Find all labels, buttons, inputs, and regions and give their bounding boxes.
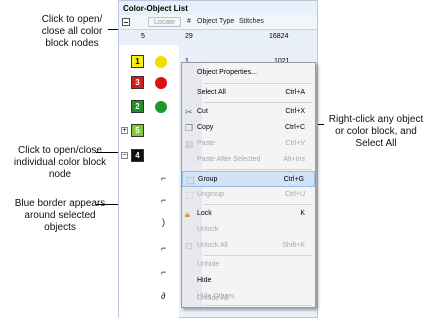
menu-item-label: Paste After Selected: [197, 156, 261, 163]
menu-item-label: Select All: [197, 89, 226, 96]
menu-item-label: Lock: [197, 210, 212, 217]
menu-item-label: Unhide All: [197, 295, 229, 302]
menu-item-label: Copy: [197, 124, 214, 131]
menu-item-shortcut: Shift+K: [282, 242, 305, 249]
menu-item-shortcut: Ctrl+G: [283, 176, 304, 183]
menu-item-shortcut: Ctrl+V: [285, 140, 305, 147]
menu-separator: [204, 204, 312, 205]
menu-item-ungroup[interactable]: ⬚ Ungroup Ctrl+U: [182, 187, 315, 203]
menu-item-label: Unlock: [197, 226, 219, 233]
object-stitch-icon[interactable]: ⌐: [161, 243, 166, 253]
locate-button[interactable]: Locate: [148, 17, 181, 27]
color-block-4[interactable]: 4: [131, 149, 144, 162]
menu-item-unlock[interactable]: Unlock: [182, 222, 315, 238]
callout-open-close: Click to open/close individual color blo…: [13, 145, 107, 180]
summary-objects: 29: [185, 33, 193, 40]
menu-item-shortcut: Ctrl+C: [284, 124, 305, 131]
column-header-number[interactable]: #: [187, 18, 191, 25]
color-block-5[interactable]: 5: [131, 124, 144, 137]
copy-icon: ❐: [185, 123, 194, 133]
menu-item-unhide[interactable]: Unhide: [182, 257, 315, 273]
menu-item-select-all[interactable]: Select All Ctrl+A: [182, 85, 315, 101]
menu-separator: [204, 83, 312, 84]
menu-item-paste[interactable]: ▤ Paste Ctrl+V: [182, 136, 315, 152]
menu-separator: [204, 102, 312, 103]
paste-icon: ▤: [185, 139, 194, 149]
summary-count: 5: [141, 33, 145, 40]
menu-item-label: Hide: [197, 277, 212, 284]
menu-item-paste-after-selected[interactable]: Paste After Selected Alt+Ins: [182, 152, 315, 168]
menu-item-label: Ungroup: [197, 191, 224, 198]
menu-item-shortcut: K: [300, 210, 305, 217]
collapse-all-button[interactable]: [122, 18, 130, 26]
menu-item-label: Unlock All: [197, 242, 228, 249]
menu-item-object-properties[interactable]: Object Properties...: [182, 65, 315, 81]
lock-icon: 🔒︎: [185, 209, 190, 219]
object-stitch-icon[interactable]: ⌐: [161, 195, 166, 205]
color-block-1[interactable]: 1: [131, 55, 144, 68]
object-thumbnail-red[interactable]: [155, 77, 167, 89]
callout-blue-border: Blue border appears around selected obje…: [14, 198, 106, 233]
ungroup-icon: ⬚: [185, 190, 194, 200]
object-stitch-icon[interactable]: ∂: [161, 291, 165, 301]
summary-row[interactable]: 5 29 16824: [119, 30, 317, 44]
color-block-2[interactable]: 2: [131, 100, 144, 113]
context-menu: Object Properties... Select All Ctrl+A ✂…: [181, 62, 316, 308]
menu-item-lock[interactable]: 🔒︎ Lock K: [182, 206, 315, 222]
menu-item-label: Group: [198, 176, 218, 183]
column-header-object-type[interactable]: Object Type: [197, 18, 234, 25]
menu-separator: [204, 255, 312, 256]
callout-collapse-all: Click to open/ close all color block nod…: [41, 14, 103, 49]
menu-item-unlock-all[interactable]: ⊡ Unlock All Shift+K: [182, 238, 315, 254]
color-block-3[interactable]: 3: [131, 76, 144, 89]
menu-item-copy[interactable]: ❐ Copy Ctrl+C: [182, 120, 315, 136]
menu-item-group[interactable]: ⬚ Group Ctrl+G: [182, 171, 315, 187]
summary-stitches: 16824: [269, 33, 289, 40]
menu-item-shortcut: Ctrl+X: [285, 108, 305, 115]
expand-node-icon[interactable]: +: [121, 127, 128, 134]
object-thumbnail-green[interactable]: [155, 101, 167, 113]
menu-item-shortcut: Ctrl+U: [284, 191, 305, 198]
menu-item-label: Cut: [197, 108, 208, 115]
unlock-icon: ⊡: [185, 241, 193, 251]
object-thumbnail-yellow[interactable]: [155, 56, 167, 68]
column-header-stitches[interactable]: Stitches: [239, 18, 264, 25]
menu-item-label: Object Properties...: [197, 69, 257, 76]
object-stitch-icon[interactable]: ): [162, 217, 165, 227]
color-block-tree: 1 3 2 + 5 − 4 ⌐ ⌐ ) ⌐ ⌐ ∂: [119, 45, 179, 319]
scissors-icon: ✂: [185, 107, 193, 117]
menu-item-unhide-all-visible[interactable]: Unhide All: [182, 291, 315, 307]
menu-item-label: Paste: [197, 140, 215, 147]
panel-toolbar: Locate # Object Type Stitches: [119, 15, 317, 30]
menu-item-cut[interactable]: ✂ Cut Ctrl+X: [182, 104, 315, 120]
panel-title: Color-Object List: [123, 4, 188, 13]
menu-item-shortcut: Alt+Ins: [283, 156, 305, 163]
menu-item-hide[interactable]: Hide: [182, 273, 315, 289]
callout-right-click: Right-click any object or color block, a…: [328, 114, 424, 149]
menu-separator: [204, 169, 312, 170]
menu-item-shortcut: Ctrl+A: [285, 89, 305, 96]
menu-item-label: Unhide: [197, 261, 220, 268]
group-icon: ⬚: [186, 175, 195, 185]
collapse-node-icon[interactable]: −: [121, 152, 128, 159]
object-stitch-icon[interactable]: ⌐: [161, 267, 166, 277]
object-stitch-icon[interactable]: ⌐: [161, 173, 166, 183]
